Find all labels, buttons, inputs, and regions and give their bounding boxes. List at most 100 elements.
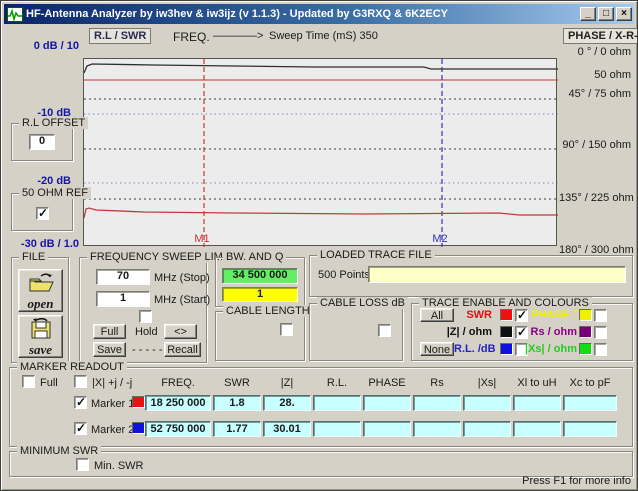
marker-col-header-6: |Xs| bbox=[477, 377, 497, 389]
phase-scale-label: PHASE / X-R-Z bbox=[563, 28, 637, 44]
swr-trace bbox=[83, 207, 558, 219]
start-freq-unit: MHz (Start) bbox=[154, 294, 211, 306]
trace-label-z: |Z| / ohm bbox=[446, 326, 492, 338]
loaded-trace-group: LOADED TRACE FILE 500 Points bbox=[309, 249, 633, 297]
open-folder-icon bbox=[29, 273, 54, 292]
sweep-limits-group: FREQUENCY SWEEP LIMITS 70 MHz (Stop) 1 M… bbox=[79, 251, 243, 363]
recall-sweep-button[interactable]: Recall bbox=[164, 342, 201, 357]
stop-freq-input[interactable]: 70 bbox=[96, 269, 150, 285]
minimum-swr-group: MINIMUM SWR Min. SWR bbox=[9, 445, 633, 477]
marker-1-checkbox[interactable] bbox=[74, 395, 87, 409]
trace-swatch-rl bbox=[500, 343, 513, 355]
hold-checkbox[interactable] bbox=[139, 310, 152, 323]
marker-col-header-3: R.L. bbox=[326, 377, 348, 389]
trace-label-rs: Rs / ohm bbox=[530, 326, 577, 338]
app-icon bbox=[7, 6, 23, 22]
open-button-label: open bbox=[27, 296, 54, 311]
full-sweep-button[interactable]: Full bbox=[93, 324, 126, 339]
none-traces-button[interactable]: None bbox=[420, 342, 454, 356]
marker-col-header-0: FREQ. bbox=[161, 377, 195, 389]
marker-2-swatch bbox=[132, 422, 145, 434]
trace-checkbox-phase[interactable] bbox=[594, 309, 607, 322]
trace-swatch-xs bbox=[579, 343, 592, 355]
marker-2-cell-5 bbox=[413, 421, 461, 437]
title-bar[interactable]: HF-Antenna Analyzer by iw3hev & iw3ijz (… bbox=[4, 4, 634, 24]
window-title: HF-Antenna Analyzer by iw3hev & iw3ijz (… bbox=[26, 8, 448, 20]
ohm-ref-group: 50 OHM REF bbox=[11, 187, 92, 231]
q-factor-field: 1 bbox=[222, 287, 298, 302]
marker-2-line-label: M2 bbox=[432, 233, 447, 245]
axis-right-75ohm: 45° / 75 ohm bbox=[568, 88, 632, 100]
marker-1-cell-6 bbox=[463, 395, 511, 411]
marker-2-cell-1: 1.77 bbox=[213, 421, 261, 437]
marker-1-line-label: M1 bbox=[194, 233, 209, 245]
axis-right-0ohm: 0 ° / 0 ohm bbox=[577, 46, 631, 58]
marker-2-cell-6 bbox=[463, 421, 511, 437]
marker-xj-checkbox[interactable] bbox=[74, 375, 87, 388]
sweep-time-label: Sweep Time (mS) 350 bbox=[269, 30, 378, 42]
rl-offset-input[interactable]: 0 bbox=[29, 134, 55, 150]
cable-loss-checkbox[interactable] bbox=[378, 324, 391, 337]
bw-q-title: BW. AND Q bbox=[223, 251, 287, 263]
marker-1-cell-3 bbox=[313, 395, 361, 411]
sweep-dashes: - - - - - bbox=[132, 344, 163, 356]
chart-canvas: M1 M2 bbox=[83, 59, 558, 247]
marker-1-cell-7 bbox=[513, 395, 561, 411]
marker-1-label: Marker 1 bbox=[91, 398, 135, 410]
axis-right-50ohm: 50 ohm bbox=[594, 69, 631, 81]
trace-label-phase: PHASE ° bbox=[531, 309, 577, 321]
marker-2-cell-0: 52 750 000 bbox=[145, 421, 211, 437]
minimum-swr-title: MINIMUM SWR bbox=[17, 445, 102, 457]
marker-full-checkbox[interactable] bbox=[22, 375, 35, 388]
marker-xj-label: |X| +j / -j bbox=[92, 377, 133, 389]
save-floppy-icon bbox=[31, 318, 50, 339]
sweep-chart[interactable]: M1 M2 bbox=[83, 58, 558, 247]
trace-file-field[interactable] bbox=[368, 266, 626, 283]
file-group-title: FILE bbox=[19, 251, 49, 263]
marker-2-label: Marker 2 bbox=[91, 424, 135, 436]
loaded-trace-title: LOADED TRACE FILE bbox=[317, 249, 435, 261]
maximize-icon[interactable]: □ bbox=[598, 7, 614, 21]
marker-1-swatch bbox=[132, 396, 145, 408]
marker-col-header-5: Rs bbox=[430, 377, 444, 389]
minimize-icon[interactable]: _ bbox=[580, 7, 596, 21]
cable-length-checkbox[interactable] bbox=[280, 323, 293, 336]
save-file-button[interactable]: save bbox=[18, 315, 63, 358]
all-traces-button[interactable]: All bbox=[420, 308, 454, 322]
trace-label-rl: R.L. /dB bbox=[454, 343, 496, 355]
trace-label-xs: |Xs| / ohm bbox=[525, 343, 577, 355]
marker-readout-title: MARKER READOUT bbox=[17, 361, 127, 373]
trace-swatch-rs bbox=[579, 326, 592, 338]
points-count-label: 500 Points bbox=[318, 269, 370, 281]
start-freq-input[interactable]: 1 bbox=[96, 291, 150, 307]
ohm-ref-checkbox[interactable] bbox=[36, 206, 49, 220]
freq-axis-label: FREQ. bbox=[173, 30, 210, 44]
bandwidth-field: 34 500 000 bbox=[222, 268, 298, 284]
marker-1-cell-1: 1.8 bbox=[213, 395, 261, 411]
marker-full-label: Full bbox=[40, 377, 58, 389]
axis-left-20db: -20 dB bbox=[37, 175, 71, 187]
save-sweep-button[interactable]: Save bbox=[93, 342, 126, 357]
marker-2-cell-7 bbox=[513, 421, 561, 437]
ohm-ref-title: 50 OHM REF bbox=[19, 187, 92, 199]
marker-2-checkbox[interactable] bbox=[74, 421, 87, 435]
marker-col-header-2: |Z| bbox=[280, 377, 294, 389]
span-button[interactable]: <> bbox=[164, 324, 197, 339]
save-button-label: save bbox=[28, 342, 53, 357]
min-swr-checkbox[interactable] bbox=[76, 458, 89, 471]
min-swr-label: Min. SWR bbox=[94, 460, 144, 472]
marker-2-cell-2: 30.01 bbox=[263, 421, 311, 437]
rl-swr-scale-label: R.L / SWR bbox=[89, 28, 152, 44]
trace-checkbox-rs[interactable] bbox=[594, 326, 607, 339]
marker-col-header-8: Xc to pF bbox=[569, 377, 611, 389]
trace-checkbox-xs[interactable] bbox=[594, 343, 607, 356]
trace-swatch-z bbox=[500, 326, 513, 338]
open-file-button[interactable]: open bbox=[18, 269, 63, 312]
file-group: FILE open save bbox=[11, 251, 69, 363]
stop-freq-unit: MHz (Stop) bbox=[154, 272, 210, 284]
trace-label-swr: SWR bbox=[466, 309, 492, 321]
marker-1-cell-0: 18 250 000 bbox=[145, 395, 211, 411]
close-icon[interactable]: × bbox=[616, 7, 632, 21]
marker-2-cell-8 bbox=[563, 421, 617, 437]
marker-2-cell-4 bbox=[363, 421, 411, 437]
